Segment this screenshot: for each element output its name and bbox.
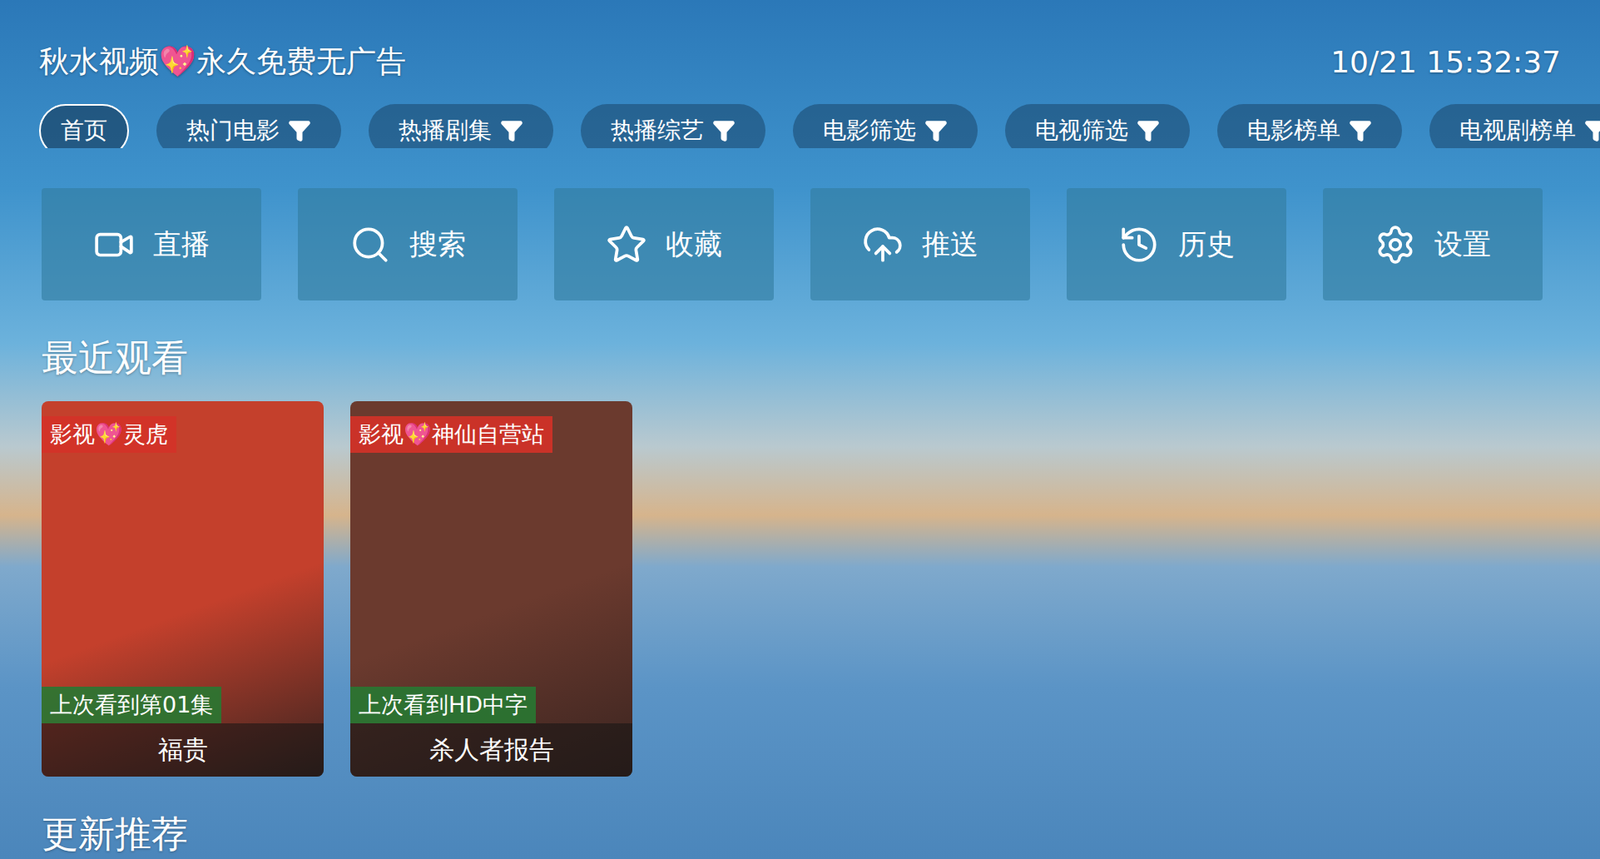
filter-icon bbox=[500, 118, 524, 143]
action-button[interactable]: 直播 bbox=[41, 188, 262, 301]
video-card[interactable]: 影视💖神仙自营站上次看到HD中字杀人者报告 bbox=[350, 401, 633, 777]
action-icon bbox=[1118, 223, 1160, 266]
progress-badge: 上次看到HD中字 bbox=[350, 686, 536, 724]
card-title: 杀人者报告 bbox=[350, 723, 633, 777]
action-button[interactable]: 搜索 bbox=[297, 188, 518, 301]
action-button[interactable]: 推送 bbox=[810, 188, 1031, 301]
section-title: 更新推荐 bbox=[0, 776, 1600, 859]
action-button[interactable]: 历史 bbox=[1066, 188, 1287, 301]
filter-icon bbox=[1584, 118, 1600, 143]
action-icon bbox=[349, 223, 392, 266]
filter-icon bbox=[712, 118, 736, 143]
action-icon bbox=[93, 223, 135, 266]
nav-tab[interactable]: 热门电影 bbox=[156, 104, 342, 149]
source-badge: 影视💖灵虎 bbox=[41, 416, 177, 453]
action-button[interactable]: 收藏 bbox=[554, 188, 774, 301]
nav-tab[interactable]: 电视剧榜单 bbox=[1429, 104, 1600, 149]
action-icon bbox=[1374, 223, 1417, 266]
nav-tab[interactable]: 热播综艺 bbox=[580, 104, 766, 149]
nav-tab[interactable]: 电视筛选 bbox=[1005, 104, 1190, 149]
nav-tab[interactable]: 电影榜单 bbox=[1217, 104, 1402, 149]
filter-icon bbox=[924, 118, 948, 143]
section-title: 最近观看 bbox=[0, 300, 1600, 383]
home-screen: 秋水视频💖永久免费无广告10/21 15:32:37首页热门电影热播剧集热播综艺… bbox=[0, 0, 1600, 859]
nav-tab[interactable]: 热播剧集 bbox=[368, 104, 554, 149]
clock: 10/21 15:32:37 bbox=[1330, 44, 1561, 80]
top-bar: 秋水视频💖永久免费无广告 10/21 15:32:37 bbox=[0, 0, 1600, 83]
app-title: 秋水视频💖永久免费无广告 bbox=[39, 41, 407, 83]
nav-tab[interactable]: 电影筛选 bbox=[792, 104, 978, 149]
nav-tab[interactable]: 首页 bbox=[39, 104, 129, 149]
filter-icon bbox=[1136, 118, 1160, 143]
filter-icon bbox=[1348, 118, 1373, 143]
action-row: 直播搜索收藏推送历史设置 bbox=[0, 148, 1600, 301]
recent-list: 影视💖灵虎上次看到第01集福贵影视💖神仙自营站上次看到HD中字杀人者报告 bbox=[0, 382, 1600, 777]
action-icon bbox=[861, 223, 904, 266]
filter-icon bbox=[287, 118, 312, 143]
action-button[interactable]: 设置 bbox=[1322, 188, 1543, 301]
tab-bar: 首页热门电影热播剧集热播综艺电影筛选电视筛选电影榜单电视剧榜单 bbox=[0, 82, 1600, 149]
action-icon bbox=[605, 223, 648, 266]
source-badge: 影视💖神仙自营站 bbox=[350, 416, 553, 453]
video-card[interactable]: 影视💖灵虎上次看到第01集福贵 bbox=[41, 401, 324, 777]
card-title: 福贵 bbox=[41, 723, 324, 777]
progress-badge: 上次看到第01集 bbox=[41, 686, 222, 724]
